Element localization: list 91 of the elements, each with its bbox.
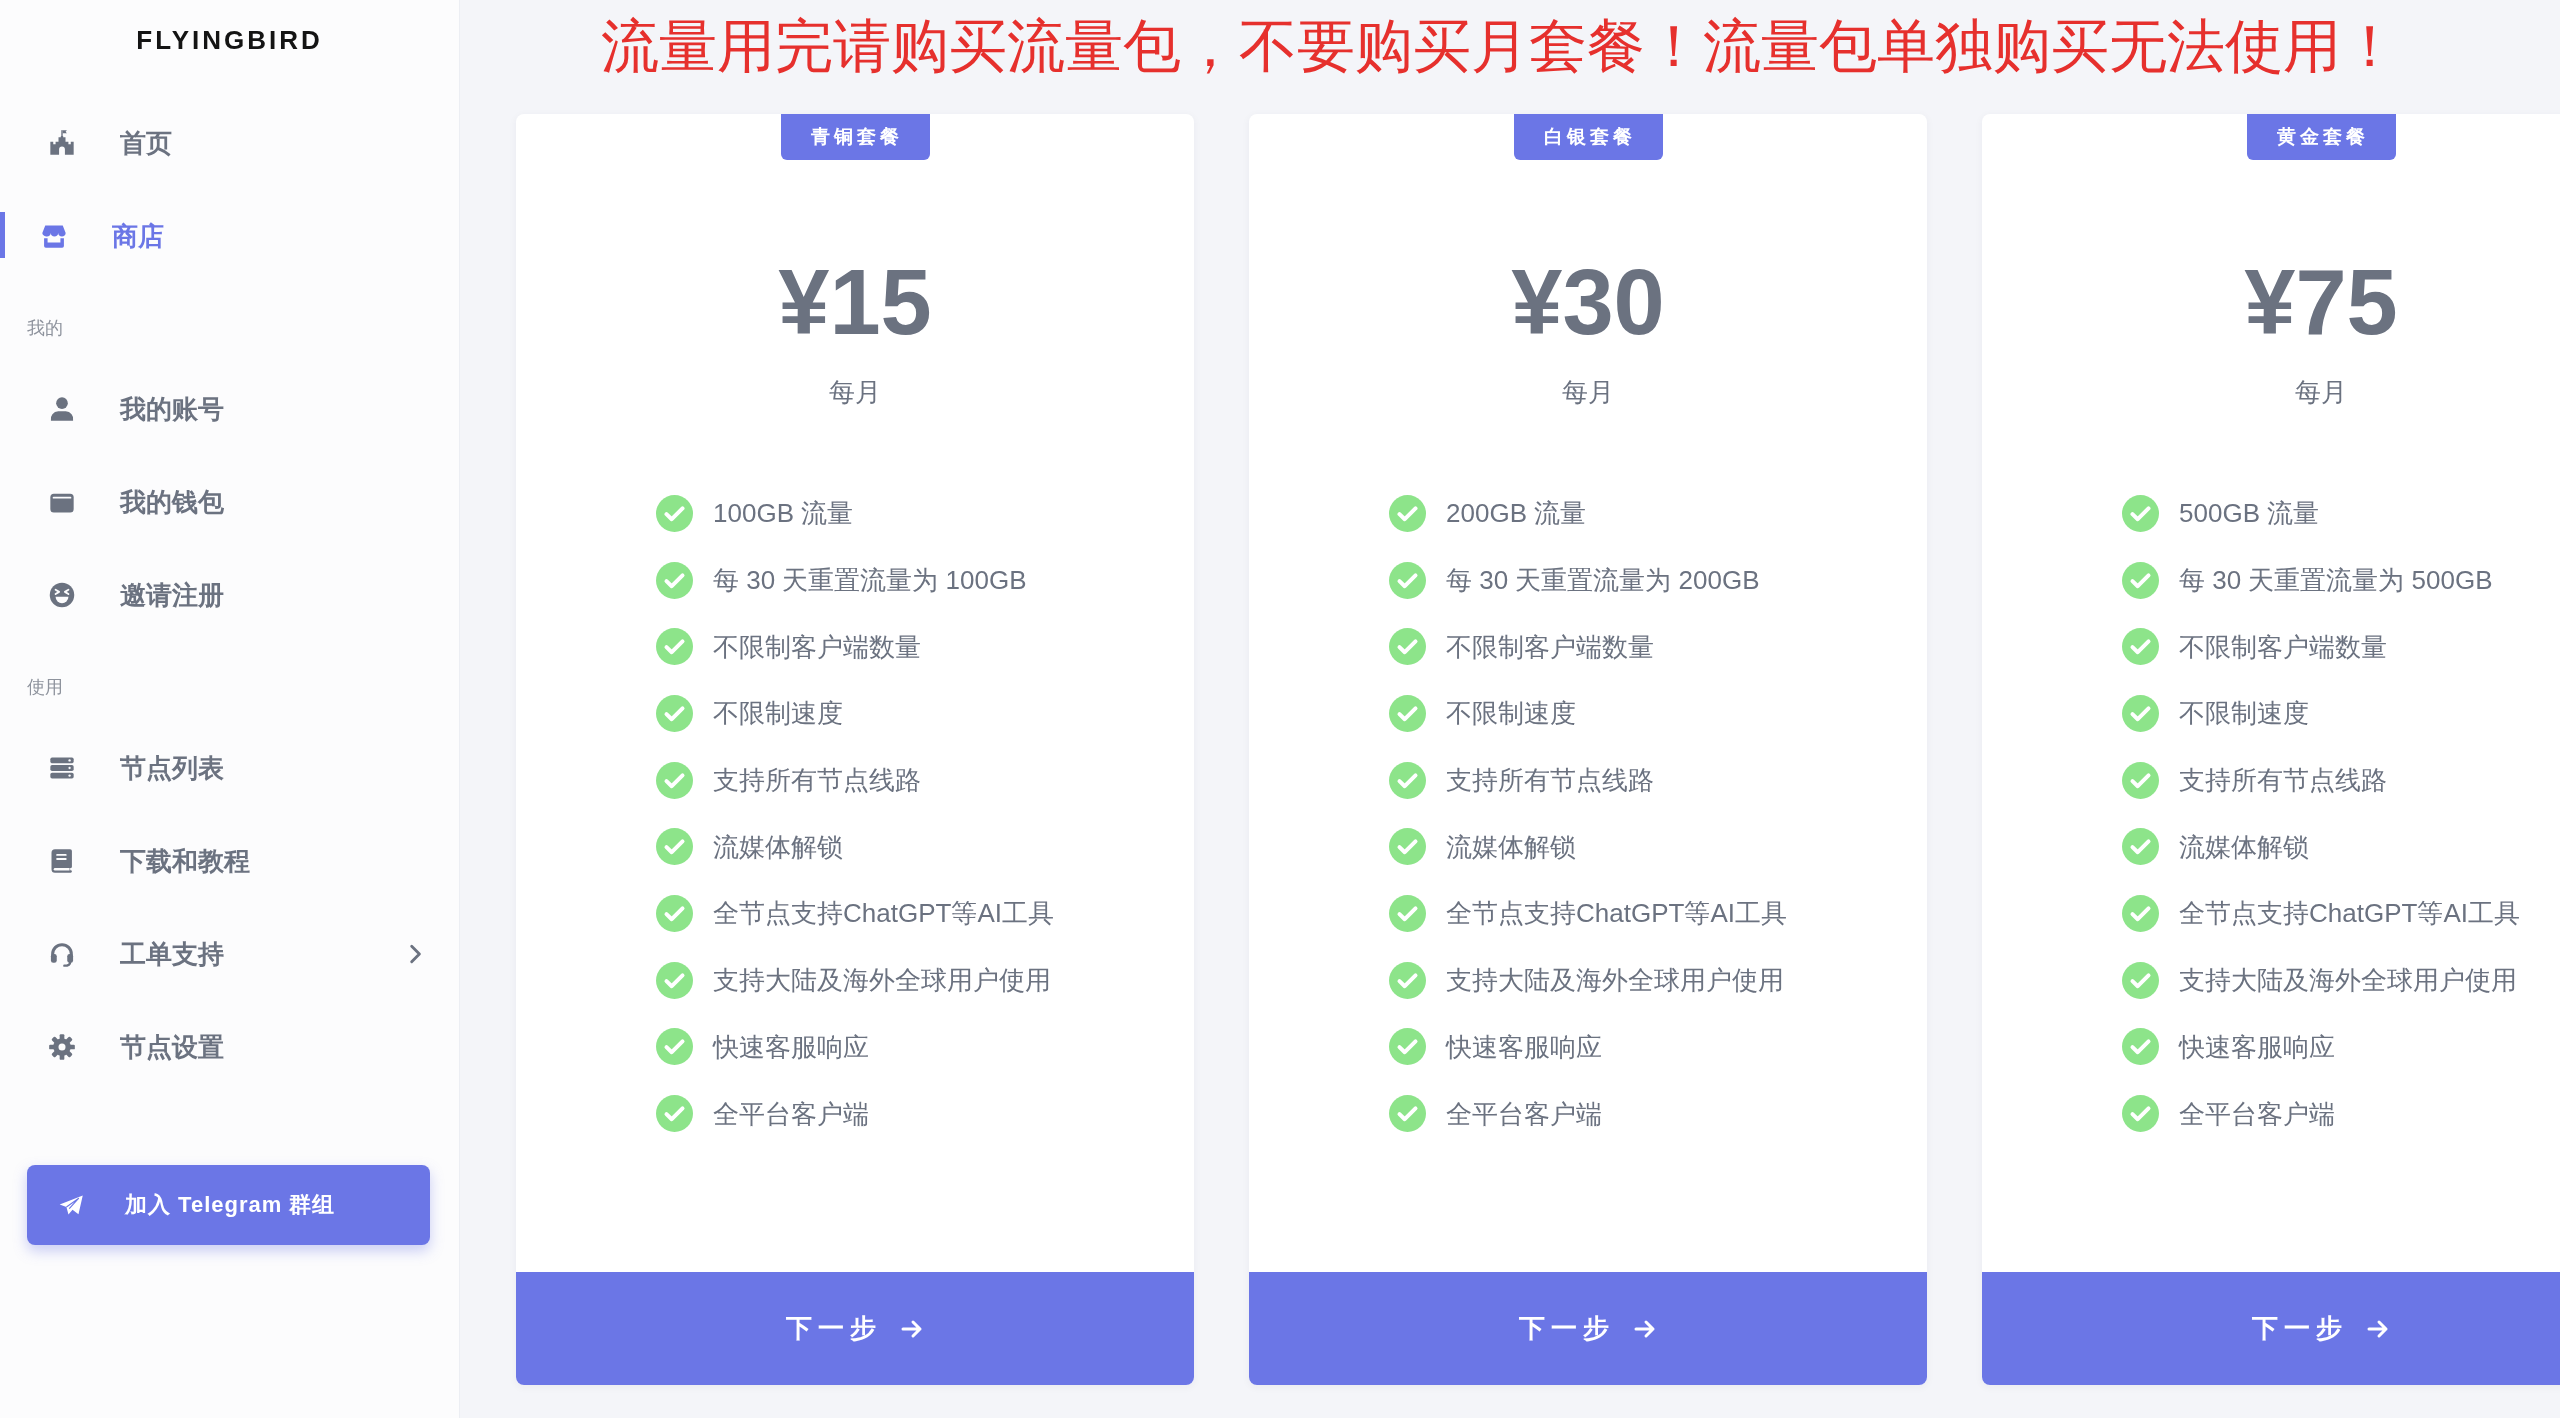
check-circle-icon bbox=[2122, 561, 2160, 599]
next-step-button[interactable]: 下一步 bbox=[1982, 1272, 2560, 1385]
logo-text: FLYINGBIRD bbox=[136, 24, 323, 57]
check-circle-icon bbox=[656, 628, 694, 666]
laughing-face-icon bbox=[48, 580, 76, 609]
feature-text: 全节点支持ChatGPT等AI工具 bbox=[713, 897, 1054, 931]
check-circle-icon bbox=[1389, 561, 1427, 599]
nav-item[interactable]: 邀请注册 bbox=[0, 548, 459, 641]
feature-text: 快速客服响应 bbox=[2179, 1030, 2336, 1064]
feature-text: 不限制客户端数量 bbox=[1446, 630, 1655, 664]
feature-text: 每 30 天重置流量为 200GB bbox=[1446, 564, 1760, 598]
check-circle-icon bbox=[2122, 894, 2160, 932]
feature-text: 全平台客户端 bbox=[1446, 1097, 1603, 1131]
feature-text: 不限制速度 bbox=[713, 697, 844, 731]
plan-price: ¥15 bbox=[778, 256, 932, 348]
plan-price: ¥30 bbox=[1511, 256, 1665, 348]
check-circle-icon bbox=[1389, 961, 1427, 999]
check-circle-icon bbox=[2122, 1028, 2160, 1066]
check-circle-icon bbox=[656, 961, 694, 999]
check-circle-icon bbox=[656, 561, 694, 599]
billing-period: 每月 bbox=[1562, 376, 1614, 409]
feature-text: 流媒体解锁 bbox=[713, 830, 844, 864]
check-circle-icon bbox=[2122, 828, 2160, 866]
check-circle-icon bbox=[2122, 628, 2160, 666]
feature-text: 支持所有节点线路 bbox=[713, 764, 922, 798]
check-circle-icon bbox=[656, 1028, 694, 1066]
nav-item[interactable]: 我的钱包 bbox=[0, 455, 459, 548]
nav-item[interactable]: 商店 bbox=[0, 189, 459, 282]
check-circle-icon bbox=[1389, 828, 1427, 866]
feature-text: 不限制速度 bbox=[1446, 697, 1577, 731]
nav-item[interactable]: 首页 bbox=[0, 96, 459, 189]
feature-text: 流媒体解锁 bbox=[2179, 830, 2310, 864]
feature-text: 100GB 流量 bbox=[713, 497, 854, 531]
billing-period: 每月 bbox=[2295, 376, 2347, 409]
nav-item[interactable]: 工单支持 bbox=[0, 907, 459, 1000]
check-circle-icon bbox=[1389, 494, 1427, 532]
feature-text: 全节点支持ChatGPT等AI工具 bbox=[1446, 897, 1787, 931]
telegram-button[interactable]: 加入 Telegram 群组 bbox=[27, 1165, 430, 1245]
feature-text: 支持所有节点线路 bbox=[1446, 764, 1655, 798]
nav-item[interactable]: 节点列表 bbox=[0, 721, 459, 814]
plan-name-badge: 青铜套餐 bbox=[780, 114, 930, 160]
check-circle-icon bbox=[1389, 694, 1427, 732]
check-circle-icon bbox=[1389, 1095, 1427, 1133]
check-circle-icon bbox=[656, 1095, 694, 1133]
check-circle-icon bbox=[2122, 494, 2160, 532]
section-heading: 我的 bbox=[27, 318, 63, 338]
feature-text: 不限制速度 bbox=[2179, 697, 2310, 731]
check-circle-icon bbox=[1389, 761, 1427, 799]
nav-item[interactable]: 节点设置 bbox=[0, 1000, 459, 1093]
check-circle-icon bbox=[656, 894, 694, 932]
plan-name-badge: 黄金套餐 bbox=[2246, 114, 2396, 160]
feature-text: 200GB 流量 bbox=[1446, 497, 1587, 531]
check-circle-icon bbox=[656, 494, 694, 532]
feature-text: 每 30 天重置流量为 100GB bbox=[713, 564, 1027, 598]
feature-text: 每 30 天重置流量为 500GB bbox=[2179, 564, 2493, 598]
feature-text: 支持大陆及海外全球用户使用 bbox=[713, 964, 1052, 998]
feature-text: 快速客服响应 bbox=[713, 1030, 870, 1064]
feature-text: 全节点支持ChatGPT等AI工具 bbox=[2179, 897, 2520, 931]
feature-text: 快速客服响应 bbox=[1446, 1030, 1603, 1064]
next-step-button[interactable]: 下一步 bbox=[516, 1272, 1194, 1385]
check-circle-icon bbox=[1389, 1028, 1427, 1066]
feature-text: 不限制客户端数量 bbox=[2179, 630, 2388, 664]
check-circle-icon bbox=[1389, 628, 1427, 666]
feature-text: 全平台客户端 bbox=[2179, 1097, 2336, 1131]
check-circle-icon bbox=[1389, 894, 1427, 932]
gear-icon bbox=[48, 1032, 76, 1061]
feature-text: 不限制客户端数量 bbox=[713, 630, 922, 664]
section-heading: 使用 bbox=[27, 677, 63, 697]
plan-price: ¥75 bbox=[2244, 256, 2398, 348]
plan-name-badge: 白银套餐 bbox=[1513, 114, 1663, 160]
notice-text: 流量用完请购买流量包，不要购买月套餐！流量包单独购买无法使用！ bbox=[601, 12, 2399, 80]
check-circle-icon bbox=[2122, 1095, 2160, 1133]
next-step-button[interactable]: 下一步 bbox=[1249, 1272, 1927, 1385]
chevron-right-icon bbox=[408, 942, 422, 965]
nav-item[interactable]: 下载和教程 bbox=[0, 814, 459, 907]
feature-text: 支持大陆及海外全球用户使用 bbox=[2179, 964, 2518, 998]
check-circle-icon bbox=[656, 694, 694, 732]
feature-text: 500GB 流量 bbox=[2179, 497, 2320, 531]
billing-period: 每月 bbox=[829, 376, 881, 409]
check-circle-icon bbox=[656, 761, 694, 799]
check-circle-icon bbox=[2122, 761, 2160, 799]
feature-text: 支持大陆及海外全球用户使用 bbox=[1446, 964, 1785, 998]
castle-icon bbox=[48, 128, 76, 157]
feature-text: 流媒体解锁 bbox=[1446, 830, 1577, 864]
user-icon bbox=[48, 394, 76, 423]
feature-text: 全平台客户端 bbox=[713, 1097, 870, 1131]
check-circle-icon bbox=[2122, 694, 2160, 732]
check-circle-icon bbox=[656, 828, 694, 866]
check-circle-icon bbox=[2122, 961, 2160, 999]
feature-text: 支持所有节点线路 bbox=[2179, 764, 2388, 798]
nav-item[interactable]: 我的账号 bbox=[0, 362, 459, 455]
